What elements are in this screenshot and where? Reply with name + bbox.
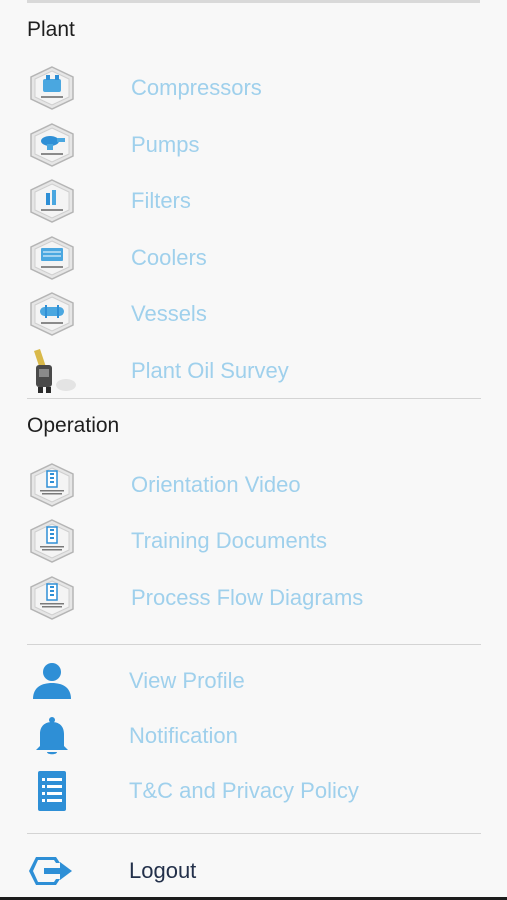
document-icon — [30, 519, 74, 563]
document-icon — [30, 463, 74, 507]
menu-item-pumps[interactable]: Pumps — [0, 119, 507, 171]
menu-item-training-documents[interactable]: Training Documents — [0, 515, 507, 567]
menu-item-filters[interactable]: Filters — [0, 175, 507, 227]
logout-button[interactable]: Logout — [0, 846, 507, 896]
section-divider — [27, 644, 481, 645]
oil-survey-icon — [28, 349, 76, 393]
menu-item-compressors[interactable]: Compressors — [0, 62, 507, 114]
menu-item-label: View Profile — [129, 668, 245, 693]
filter-icon — [30, 179, 74, 223]
menu-item-tc-privacy-policy[interactable]: T&C and Privacy Policy — [0, 766, 507, 816]
menu-item-vessels[interactable]: Vessels — [0, 288, 507, 340]
pump-icon — [30, 123, 74, 167]
section-divider — [27, 833, 481, 834]
policy-doc-icon — [38, 771, 66, 811]
logout-icon — [29, 857, 72, 885]
menu-item-coolers[interactable]: Coolers — [0, 232, 507, 284]
menu-item-label: Vessels — [131, 301, 207, 326]
menu-item-label: Orientation Video — [131, 472, 301, 497]
logout-label: Logout — [129, 858, 197, 883]
section-title-plant: Plant — [27, 18, 75, 41]
section-divider — [27, 398, 481, 399]
section-title-operation: Operation — [27, 414, 120, 437]
cooler-icon — [30, 236, 74, 280]
document-icon — [30, 576, 74, 620]
bell-icon — [36, 717, 68, 755]
menu-item-orientation-video[interactable]: Orientation Video — [0, 459, 507, 511]
menu-item-label: Notification — [129, 723, 238, 748]
menu-item-view-profile[interactable]: View Profile — [0, 656, 507, 706]
menu-item-label: T&C and Privacy Policy — [129, 778, 359, 803]
menu-item-notification[interactable]: Notification — [0, 711, 507, 761]
menu-item-label: Plant Oil Survey — [131, 358, 289, 383]
menu-item-label: Pumps — [131, 132, 200, 157]
menu-item-process-flow-diagrams[interactable]: Process Flow Diagrams — [0, 572, 507, 624]
menu-item-label: Coolers — [131, 245, 207, 270]
compressor-icon — [30, 66, 74, 110]
menu-item-label: Compressors — [131, 75, 262, 100]
top-divider — [27, 0, 480, 3]
user-icon — [33, 663, 71, 699]
menu-item-label: Training Documents — [131, 528, 328, 553]
menu-item-plant-oil-survey[interactable]: Plant Oil Survey — [0, 345, 507, 397]
menu-item-label: Filters — [131, 188, 191, 213]
vessel-icon — [30, 292, 74, 336]
menu-item-label: Process Flow Diagrams — [131, 585, 364, 610]
